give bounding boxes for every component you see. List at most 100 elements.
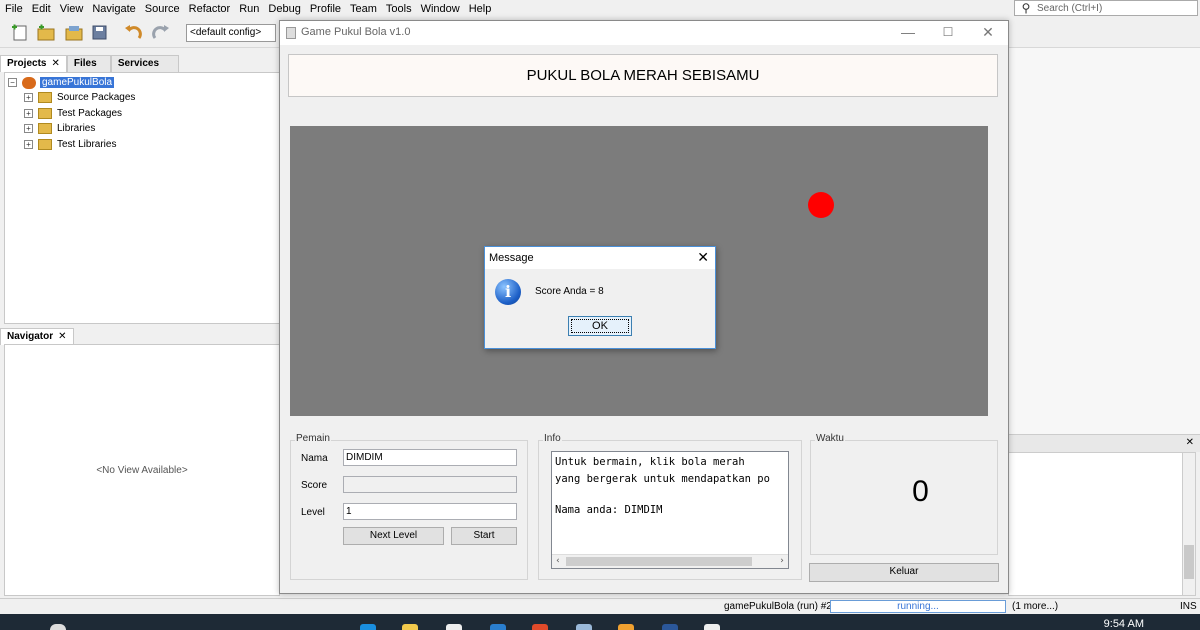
open-project-icon[interactable] xyxy=(64,24,84,42)
red-ball[interactable] xyxy=(808,192,834,218)
game-titlebar[interactable]: Game Pukul Bola v1.0 — ☐ ✕ xyxy=(280,21,1008,45)
keluar-button[interactable]: Keluar xyxy=(809,563,999,582)
menu-source[interactable]: Source xyxy=(140,3,184,15)
score-label: Score xyxy=(301,480,328,491)
window-title: Game Pukul Bola v1.0 xyxy=(301,26,411,38)
tree-item-source-packages[interactable]: + Source Packages xyxy=(24,90,135,105)
edge-taskbar-icon[interactable] xyxy=(360,624,376,630)
menu-refactor[interactable]: Refactor xyxy=(184,3,235,15)
redo-icon[interactable] xyxy=(150,24,170,42)
tree-project-row[interactable]: − gamePukulBola xyxy=(8,75,115,90)
game-header-banner: PUKUL BOLA MERAH SEBISAMU xyxy=(288,54,998,97)
save-all-icon[interactable] xyxy=(90,24,110,42)
expand-icon[interactable]: + xyxy=(24,109,33,118)
level-label: Level xyxy=(301,507,325,518)
menu-tools[interactable]: Tools xyxy=(381,3,416,15)
menu-window[interactable]: Window xyxy=(416,3,464,15)
expand-icon[interactable]: + xyxy=(24,124,33,133)
tab-files[interactable]: Files xyxy=(66,55,111,72)
run-progress-bar[interactable]: running... xyxy=(830,600,1006,613)
search-taskbar-icon[interactable] xyxy=(50,624,66,630)
maximize-icon[interactable]: ☐ xyxy=(928,21,968,45)
close-icon[interactable]: ✕ xyxy=(51,58,59,69)
chrome-taskbar-icon[interactable] xyxy=(532,624,548,630)
projects-panel: − gamePukulBola + Source Packages + Test… xyxy=(4,72,280,324)
store-taskbar-icon[interactable] xyxy=(446,624,462,630)
ide-search-input[interactable]: ⚲ Search (Ctrl+I) xyxy=(1014,0,1198,16)
info-title: Info xyxy=(543,433,562,444)
folder-icon xyxy=(38,108,52,119)
nama-field[interactable]: DIMDIM xyxy=(343,449,517,466)
timer-value: 0 xyxy=(912,475,929,508)
tab-projects-label: Projects xyxy=(7,58,47,69)
menu-edit[interactable]: Edit xyxy=(27,3,55,15)
tab-services[interactable]: Services xyxy=(110,55,179,72)
info-line: yang bergerak untuk mendapatkan po xyxy=(555,473,770,485)
menu-navigate[interactable]: Navigate xyxy=(87,3,139,15)
insert-mode: INS xyxy=(1180,601,1197,612)
close-icon[interactable]: ✕ xyxy=(58,331,66,342)
ok-button[interactable]: OK xyxy=(568,316,632,336)
close-icon[interactable]: ✕ xyxy=(968,21,1008,45)
pemain-group: Pemain Nama DIMDIM Score Level 1 Next Le… xyxy=(290,433,528,580)
explorer-taskbar-icon[interactable] xyxy=(402,624,418,630)
tree-item-libraries[interactable]: + Libraries xyxy=(24,121,95,136)
tab-navigator[interactable]: Navigator ✕ xyxy=(0,328,74,345)
level-field[interactable]: 1 xyxy=(343,503,517,520)
library-folder-icon xyxy=(38,139,52,150)
close-icon[interactable]: ✕ xyxy=(697,249,709,266)
tab-projects[interactable]: Projects ✕ xyxy=(0,55,67,72)
scrollbar-thumb[interactable] xyxy=(1184,545,1194,579)
info-line: Untuk bermain, klik bola merah xyxy=(555,456,745,468)
minimize-icon[interactable]: — xyxy=(888,21,928,45)
java-taskbar-icon[interactable] xyxy=(618,624,634,630)
tree-item-label: Source Packages xyxy=(57,92,136,103)
output-scrollbar[interactable] xyxy=(1182,452,1196,596)
scroll-right-icon[interactable]: › xyxy=(776,555,788,568)
app-taskbar-icon[interactable] xyxy=(490,624,506,630)
navigator-tabs: Navigator ✕ xyxy=(0,328,74,345)
pemain-title: Pemain xyxy=(295,433,331,444)
tree-item-test-packages[interactable]: + Test Packages xyxy=(24,106,122,121)
navigator-panel: <No View Available> xyxy=(4,344,280,596)
ide-statusbar: gamePukulBola (run) #2 running... (1 mor… xyxy=(0,598,1200,614)
info-hscrollbar[interactable]: ‹ › xyxy=(552,554,788,568)
info-line: Nama anda: DIMDIM xyxy=(555,504,663,516)
expand-icon[interactable]: + xyxy=(24,140,33,149)
start-button[interactable]: Start xyxy=(451,527,517,545)
netbeans-taskbar-icon[interactable] xyxy=(576,624,592,630)
next-level-button[interactable]: Next Level xyxy=(343,527,444,545)
search-placeholder: Search (Ctrl+I) xyxy=(1037,2,1103,14)
menu-team[interactable]: Team xyxy=(345,3,381,15)
menu-view[interactable]: View xyxy=(55,3,88,15)
scroll-left-icon[interactable]: ‹ xyxy=(552,555,564,568)
menu-debug[interactable]: Debug xyxy=(263,3,304,15)
info-textarea[interactable]: Untuk bermain, klik bola merah yang berg… xyxy=(551,451,789,569)
no-view-text: <No View Available> xyxy=(96,465,188,476)
more-tasks-link[interactable]: (1 more...) xyxy=(1012,601,1058,612)
dialog-titlebar[interactable]: Message ✕ xyxy=(485,247,715,269)
project-panel-tabs: Projects ✕ Files Services xyxy=(0,55,179,72)
scrollbar-thumb[interactable] xyxy=(566,557,752,566)
config-combo[interactable]: <default config> xyxy=(186,24,276,42)
new-file-icon[interactable] xyxy=(10,24,30,42)
expand-icon[interactable]: + xyxy=(24,93,33,102)
info-icon: i xyxy=(495,279,521,305)
tree-item-test-libraries[interactable]: + Test Libraries xyxy=(24,137,116,152)
menu-help[interactable]: Help xyxy=(464,3,496,15)
notepad-taskbar-icon[interactable] xyxy=(704,624,720,630)
score-field[interactable] xyxy=(343,476,517,493)
word-taskbar-icon[interactable] xyxy=(662,624,678,630)
new-project-icon[interactable] xyxy=(36,24,56,42)
tree-item-label: Libraries xyxy=(57,123,96,134)
waktu-title: Waktu xyxy=(815,433,845,444)
undo-icon[interactable] xyxy=(124,24,144,42)
close-icon[interactable]: ✕ xyxy=(1186,437,1194,448)
collapse-icon[interactable]: − xyxy=(8,78,17,87)
folder-icon xyxy=(38,92,52,103)
windows-taskbar: 9:54 AM xyxy=(0,614,1200,630)
nama-label: Nama xyxy=(301,453,328,464)
menu-file[interactable]: File xyxy=(0,3,27,15)
menu-run[interactable]: Run xyxy=(234,3,263,15)
menu-profile[interactable]: Profile xyxy=(305,3,345,15)
